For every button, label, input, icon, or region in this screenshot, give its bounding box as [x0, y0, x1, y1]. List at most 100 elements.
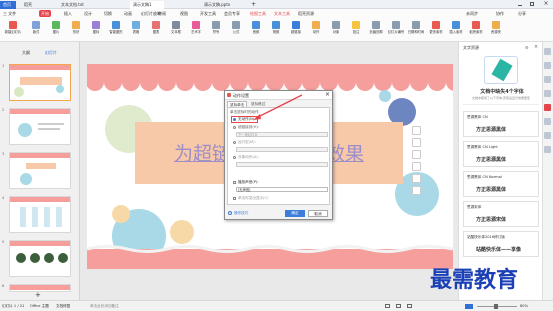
- checkbox-play-sound[interactable]: [233, 181, 236, 184]
- header-footer-button[interactable]: 页眉页脚: [366, 20, 386, 40]
- doc-repair-button[interactable]: 文档修复: [56, 303, 70, 309]
- comment-button[interactable]: 批注: [346, 20, 366, 40]
- insert-material-button[interactable]: 插入素材: [446, 20, 466, 40]
- menu-home[interactable]: 开始: [39, 10, 51, 17]
- zoom-handle[interactable]: [494, 304, 498, 309]
- menu-text-tools[interactable]: 文本工具: [274, 10, 290, 17]
- sidebar-pin-icon[interactable]: [544, 48, 551, 55]
- menu-transition[interactable]: 切换: [104, 10, 112, 17]
- slide-number-button[interactable]: 幻灯片编号: [386, 20, 406, 40]
- font-tile-2[interactable]: 思源黑体 CN Light 方正思源黑体: [463, 141, 539, 167]
- menu-developer[interactable]: 开发工具: [200, 10, 216, 17]
- pane-settings-icon[interactable]: ⚙: [525, 45, 529, 50]
- font-tile-5[interactable]: 站酷快乐体2016修订版 站酷快乐体——享像: [463, 231, 539, 257]
- dialog-close-icon[interactable]: ×: [325, 91, 330, 99]
- sync-status[interactable]: 未同步: [466, 10, 478, 17]
- menu-docer-resources[interactable]: 稻壳资源: [298, 10, 314, 17]
- slide-thumbnail-1[interactable]: [9, 64, 71, 101]
- share-button[interactable]: 分享: [518, 10, 526, 17]
- more-materials-button[interactable]: 更多素材: [426, 20, 446, 40]
- tab-home[interactable]: 首页: [0, 1, 16, 9]
- outline-tab[interactable]: 大纲: [22, 50, 30, 56]
- maximize-icon[interactable]: [530, 2, 534, 6]
- notes-hint[interactable]: 单击此处添加备注: [90, 303, 119, 309]
- menu-review[interactable]: 审阅: [158, 10, 166, 17]
- add-slide-button[interactable]: +: [35, 292, 41, 299]
- sorter-view-icon[interactable]: [396, 304, 401, 308]
- hyperlink-button[interactable]: 超链接: [286, 20, 306, 40]
- date-time-button[interactable]: 日期和时间: [406, 20, 426, 40]
- menu-file[interactable]: 三 文件: [3, 10, 16, 17]
- format-tool-icon[interactable]: [412, 162, 421, 171]
- slideshow-play-icon[interactable]: [465, 304, 473, 309]
- pen-tool-icon[interactable]: [412, 138, 421, 147]
- icon-library-button[interactable]: 图标: [86, 20, 106, 40]
- menu-design[interactable]: 设计: [84, 10, 92, 17]
- audio-button[interactable]: 音频: [246, 20, 266, 40]
- table-button[interactable]: 表格: [126, 20, 146, 40]
- new-slide-button[interactable]: 新建幻灯片: [1, 20, 25, 40]
- tab-presentation-1[interactable]: 演示文稿1: [130, 1, 164, 9]
- reading-view-icon[interactable]: [407, 304, 412, 308]
- slides-tab[interactable]: 幻灯片: [45, 50, 57, 56]
- collaborate-button[interactable]: 协作: [496, 10, 504, 17]
- sidebar-help-icon[interactable]: [544, 146, 551, 153]
- shape-style-tool-icon[interactable]: [412, 126, 421, 135]
- video-button[interactable]: 视频: [266, 20, 286, 40]
- light-bulb-icon[interactable]: [412, 174, 421, 183]
- checkbox-highlight-click[interactable]: [233, 197, 236, 200]
- tab-docer[interactable]: 稻壳: [21, 1, 43, 9]
- tips-link[interactable]: 操作技巧: [234, 210, 248, 216]
- action-button[interactable]: 动作: [306, 20, 326, 40]
- minimize-icon[interactable]: [518, 2, 522, 6]
- radio-run-macro[interactable]: [233, 141, 236, 144]
- sidebar-animation-icon[interactable]: [544, 76, 551, 83]
- hyperlink-select[interactable]: 下一张幻灯片: [236, 132, 328, 137]
- macro-select[interactable]: [236, 147, 328, 152]
- shape-button[interactable]: 形状: [66, 20, 86, 40]
- new-tab-icon[interactable]: +: [251, 1, 257, 8]
- docer-material-button[interactable]: 稻壳素材: [466, 20, 486, 40]
- slide-thumbnail-5[interactable]: [9, 240, 71, 277]
- font-tile-1[interactable]: 思源黑体 CN 方正思源黑体: [463, 111, 539, 137]
- wordart-button[interactable]: 艺术字: [186, 20, 206, 40]
- chart-button[interactable]: 图表: [146, 20, 166, 40]
- radio-no-action[interactable]: [233, 118, 236, 121]
- font-tile-3[interactable]: 思源黑体 CN Normal 方正思源黑体: [463, 171, 539, 197]
- effects-tool-icon[interactable]: [412, 150, 421, 159]
- layout-button[interactable]: 版式: [26, 20, 46, 40]
- close-icon[interactable]: ×: [542, 0, 550, 8]
- radio-hyperlink[interactable]: [233, 126, 236, 129]
- sidebar-format-icon[interactable]: [544, 90, 551, 97]
- font-tile-4[interactable]: 思源宋体 方正思源宋体: [463, 201, 539, 227]
- cancel-button[interactable]: 取消: [308, 210, 328, 217]
- slide-thumbnail-4[interactable]: [9, 196, 71, 233]
- menu-drawing-tools[interactable]: 绘图工具: [250, 10, 266, 17]
- ok-button[interactable]: 确定: [285, 210, 305, 217]
- pane-close-icon[interactable]: ×: [534, 44, 538, 50]
- sound-select[interactable]: [无声音]: [236, 187, 328, 192]
- object-button[interactable]: 对象: [326, 20, 346, 40]
- sidebar-object-icon[interactable]: [544, 62, 551, 69]
- tab-presentation-pptx[interactable]: 演示文稿.pptx: [201, 1, 241, 9]
- frame-tool-icon[interactable]: [412, 186, 421, 195]
- normal-view-icon[interactable]: [385, 304, 390, 308]
- menu-member[interactable]: 会员专享: [224, 10, 240, 17]
- picture-button[interactable]: 图片: [46, 20, 66, 40]
- sidebar-font-resource-icon[interactable]: [544, 104, 551, 111]
- formula-button[interactable]: 公式: [226, 20, 246, 40]
- menu-view[interactable]: 视图: [180, 10, 188, 17]
- menu-insert[interactable]: 插入: [64, 10, 72, 17]
- symbol-button[interactable]: 符号: [206, 20, 226, 40]
- radio-object-action[interactable]: [233, 156, 236, 159]
- slide-thumbnail-3[interactable]: [9, 152, 71, 189]
- sidebar-backup-icon[interactable]: [544, 118, 551, 125]
- textbox-button[interactable]: 文本框: [166, 20, 186, 40]
- sidebar-share-icon[interactable]: [544, 132, 551, 139]
- slide-thumbnail-2[interactable]: [9, 108, 71, 145]
- resource-folder-button[interactable]: 资源夹: [486, 20, 506, 40]
- menu-animation[interactable]: 动画: [124, 10, 132, 17]
- tab-text-doc[interactable]: 文本文档.txt: [58, 1, 92, 9]
- object-action-select[interactable]: [236, 162, 328, 167]
- smartart-button[interactable]: 智能图形: [106, 20, 126, 40]
